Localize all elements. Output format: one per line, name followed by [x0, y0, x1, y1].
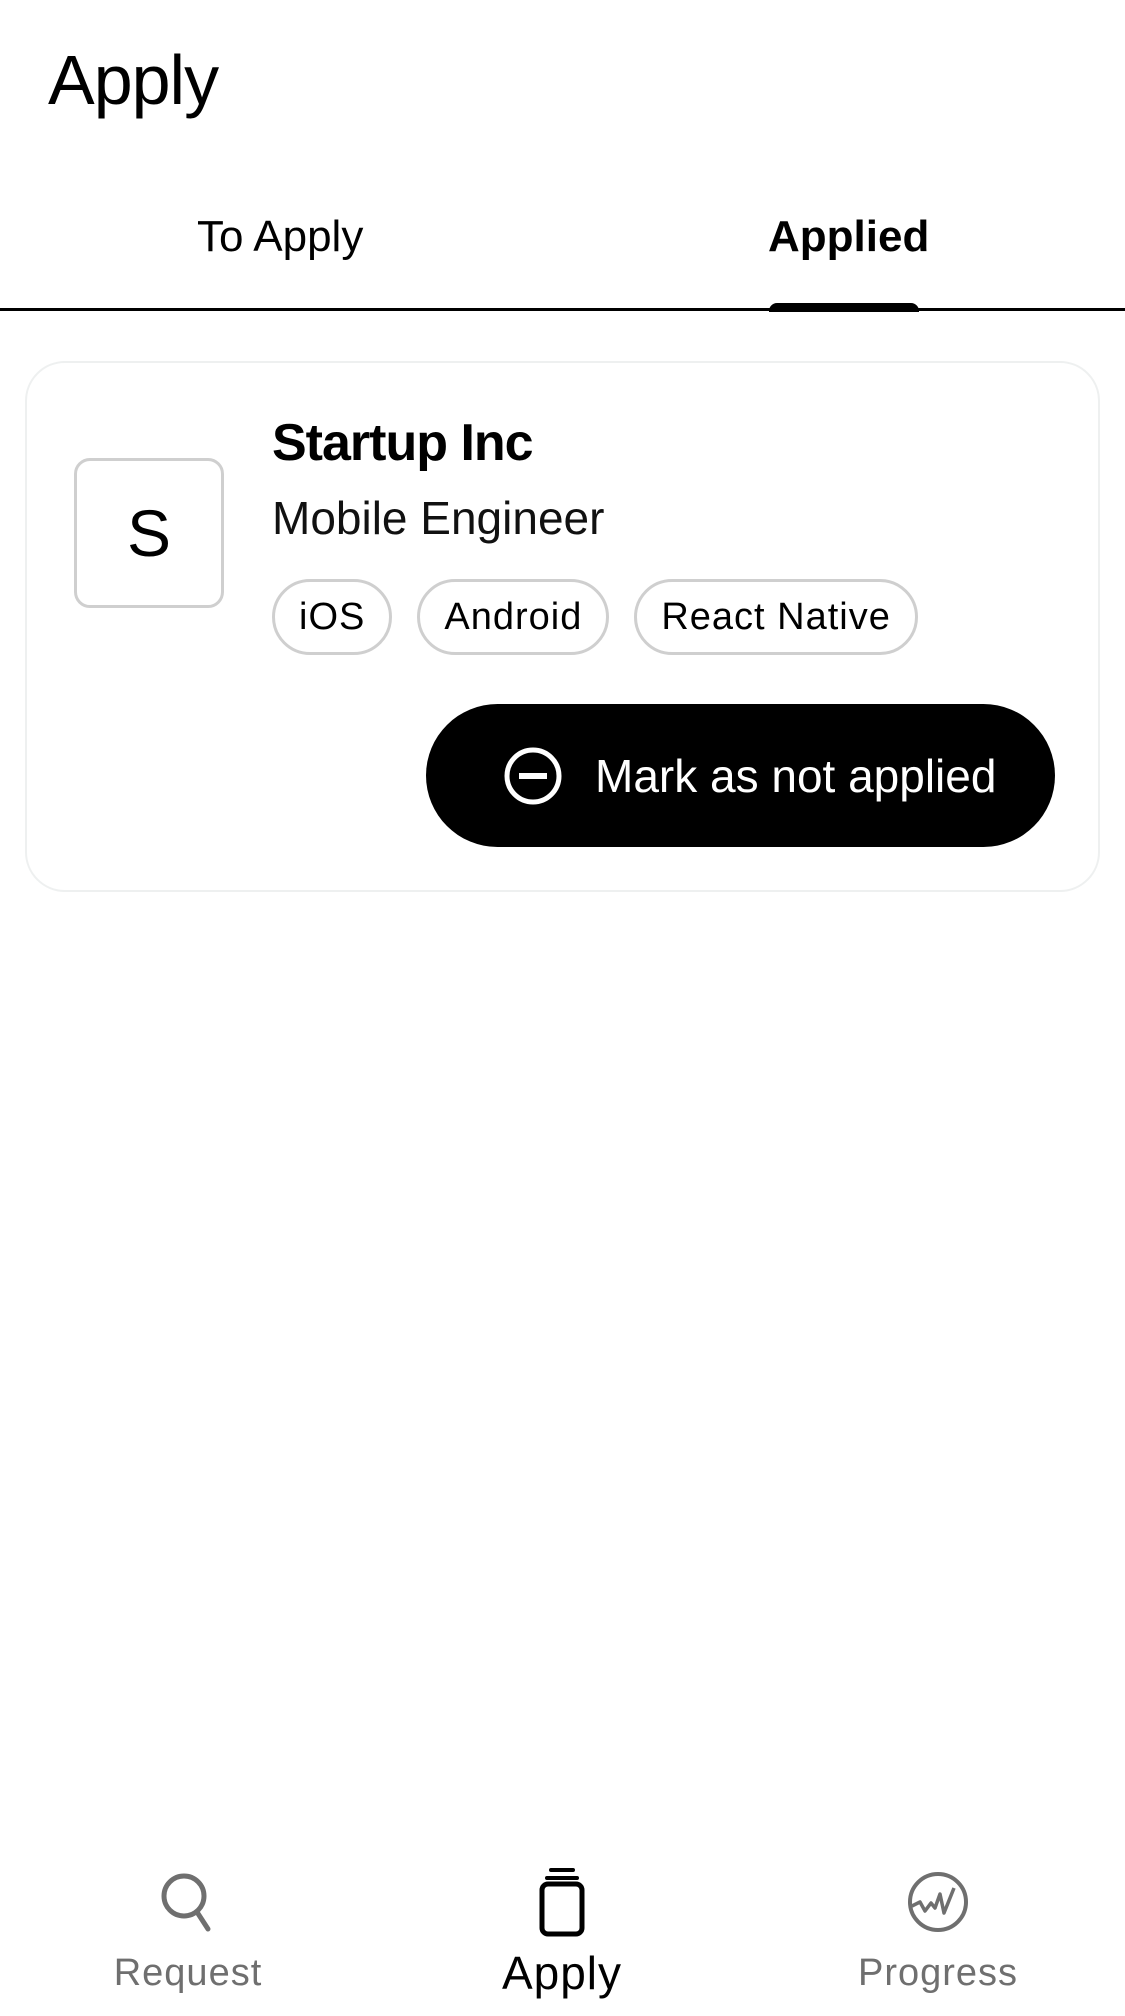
nav-label: Progress — [857, 1952, 1019, 1994]
company-name: Startup Inc — [272, 414, 534, 472]
minus-circle-icon — [504, 747, 562, 804]
progress-chart-icon — [908, 1872, 968, 1932]
nav-item-apply[interactable]: Apply — [412, 1840, 712, 2000]
tag-chip: Android — [417, 579, 610, 655]
stack-icon — [539, 1868, 585, 1937]
job-role: Mobile Engineer — [272, 492, 605, 544]
company-logo: S — [74, 458, 224, 608]
bottom-nav: Request Apply Progress — [0, 1840, 1125, 2016]
page-title: Apply — [48, 41, 219, 119]
button-label: Mark as not applied — [595, 749, 997, 802]
mark-not-applied-button[interactable]: Mark as not applied — [426, 704, 1055, 847]
nav-item-progress[interactable]: Progress — [788, 1840, 1088, 1995]
active-tab-indicator — [769, 303, 919, 312]
search-icon — [161, 1873, 211, 1932]
tag-chip: iOS — [272, 579, 393, 655]
tab-to-apply[interactable]: To Apply — [197, 212, 363, 262]
tab-applied[interactable]: Applied — [768, 212, 929, 262]
nav-label: Request — [113, 1952, 263, 1994]
tab-bar: To Apply Applied — [0, 200, 1125, 311]
tag-chip: React Native — [634, 579, 918, 655]
tag-list: iOS Android React Native — [272, 579, 918, 655]
nav-label: Apply — [501, 1947, 623, 1999]
job-card: S Startup Inc Mobile Engineer iOS Androi… — [25, 361, 1100, 892]
nav-item-request[interactable]: Request — [38, 1840, 338, 1995]
